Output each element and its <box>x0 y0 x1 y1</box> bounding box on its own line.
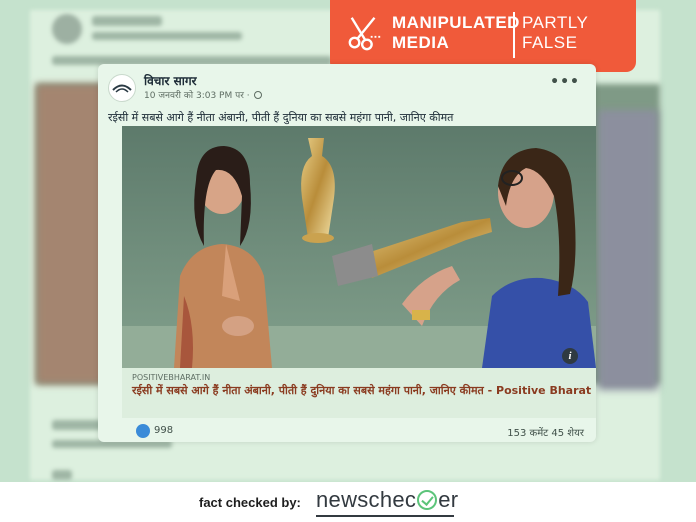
brand-underline <box>316 515 454 517</box>
post-text: रईसी में सबसे आगे हैं नीता अंबानी, पीती … <box>108 111 454 124</box>
post-timestamp[interactable]: 10 जनवरी को 3:03 PM पर · <box>144 88 263 101</box>
page-name[interactable]: विचार सागर <box>144 72 196 89</box>
globe-icon <box>254 91 263 99</box>
verdict-label-manipulated: MANIPULATED MEDIA <box>392 13 520 53</box>
fact-checked-label: fact checked by: <box>199 495 301 510</box>
background-text-line <box>92 32 242 40</box>
verdict-line: MANIPULATED <box>392 13 520 32</box>
social-post-card: विचार सागर 10 जनवरी को 3:03 PM पर · ••• … <box>98 64 596 442</box>
info-icon[interactable]: i <box>562 348 578 364</box>
brand-text: newschec <box>316 487 417 512</box>
verdict-label-partly-false: PARTLY FALSE <box>522 13 588 53</box>
verdict-divider <box>513 12 515 58</box>
link-preview[interactable]: POSITIVEBHARAT.IN रईसी में सबसे आगे हैं … <box>122 368 596 418</box>
checkmark-icon <box>417 490 438 510</box>
post-footer: 998 153 कमेंट 45 शेयर <box>98 420 596 442</box>
comment-share-count[interactable]: 153 कमेंट 45 शेयर <box>507 425 584 439</box>
background-text-line <box>92 16 162 26</box>
verdict-line: MEDIA <box>392 33 450 52</box>
verdict-line: FALSE <box>522 33 578 52</box>
brand-text: er <box>438 487 459 512</box>
more-dots-icon[interactable]: ••• <box>550 74 580 90</box>
verdict-banner: MANIPULATED MEDIA PARTLY FALSE <box>330 0 636 72</box>
manipulated-photo <box>122 126 596 368</box>
post-image[interactable]: i <box>122 126 596 368</box>
like-icon[interactable] <box>136 424 150 438</box>
reaction-count[interactable]: 998 <box>154 425 173 436</box>
fact-check-strip: fact checked by: newschec er <box>0 482 696 522</box>
link-domain: POSITIVEBHARAT.IN <box>132 373 211 382</box>
page-logo-icon <box>112 84 132 93</box>
background-avatar <box>52 14 82 44</box>
page-avatar[interactable] <box>108 74 136 102</box>
scissors-icon <box>348 17 383 51</box>
background-photo-edge <box>598 110 658 390</box>
background-text-line <box>52 470 72 480</box>
timestamp-text: 10 जनवरी को 3:03 PM पर <box>144 91 244 101</box>
verdict-line: PARTLY <box>522 13 589 32</box>
brand-logo: newschec er <box>316 487 458 513</box>
link-title[interactable]: रईसी में सबसे आगे हैं नीता अंबानी, पीती … <box>132 384 592 398</box>
